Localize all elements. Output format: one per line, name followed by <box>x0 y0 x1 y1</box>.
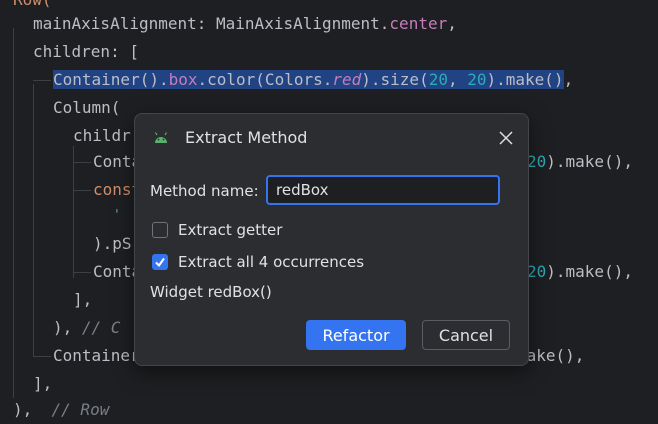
code-token: childr <box>73 126 131 145</box>
method-name-input[interactable] <box>266 175 500 205</box>
code-token: ), <box>13 400 33 419</box>
code-line: ' <box>113 202 121 230</box>
checkmark-icon <box>155 257 165 268</box>
code-token: ), <box>53 318 73 337</box>
code-line: Container <box>53 342 140 370</box>
code-line: ), // C <box>53 314 120 342</box>
code-token: , <box>563 70 574 89</box>
indent-guide <box>13 28 14 398</box>
code-token: , <box>447 70 468 89</box>
indent-guide <box>33 84 34 356</box>
code-token: ], <box>73 290 93 309</box>
code-line: 20).make(), <box>527 148 633 176</box>
code-token: 20 <box>527 262 547 281</box>
code-line: childr <box>73 122 131 150</box>
code-token: ).pS <box>93 234 132 253</box>
refactor-button[interactable]: Refactor <box>306 320 406 350</box>
code-token: Container(). <box>53 70 169 89</box>
indent-guide <box>33 80 51 81</box>
code-line: ), // Row <box>13 396 109 424</box>
close-icon <box>499 131 513 145</box>
code-token: ).make() <box>486 70 564 89</box>
indent-guide <box>73 190 91 191</box>
code-token: 20 <box>467 70 487 89</box>
code-token: children: [ <box>33 42 139 61</box>
code-token: , <box>447 14 457 33</box>
extract-getter-option[interactable]: Extract getter <box>152 221 282 239</box>
method-name-label: Method name: <box>150 182 259 200</box>
cancel-button[interactable]: Cancel <box>422 320 510 350</box>
code-token: Container <box>53 346 140 365</box>
code-token: ], <box>33 374 53 393</box>
code-token: red <box>332 70 362 89</box>
code-token: 20 <box>428 70 448 89</box>
code-line: children: [ <box>33 38 139 66</box>
code-token: ' <box>113 208 121 223</box>
android-icon <box>154 132 168 143</box>
indent-guide <box>73 272 91 273</box>
code-line: ], <box>73 286 92 314</box>
extract-all-option[interactable]: Extract all 4 occurrences <box>152 253 364 271</box>
indent-guide <box>73 146 74 278</box>
code-line: mainAxisAlignment: MainAxisAlignment.cen… <box>33 10 457 38</box>
code-comment: // Row <box>51 400 110 419</box>
extract-method-dialog: Extract Method Method name: Extract gett… <box>134 113 529 366</box>
extract-all-checkbox[interactable] <box>152 254 168 270</box>
code-token: ).make(), <box>546 262 633 281</box>
indent-guide <box>73 162 91 163</box>
extract-all-label: Extract all 4 occurrences <box>178 253 365 271</box>
code-token: Column( <box>53 98 121 117</box>
code-token: ).size( <box>361 70 429 89</box>
code-token: 20 <box>527 152 547 171</box>
code-line: ], <box>33 370 52 398</box>
extract-getter-label: Extract getter <box>178 221 283 239</box>
code-line: ).pS <box>93 230 132 258</box>
code-token: ).make(), <box>546 152 633 171</box>
dialog-title: Extract Method <box>185 128 308 147</box>
code-token: mainAxisAlignment: MainAxisAlignment. <box>33 14 390 33</box>
code-token: .color(Colors. <box>197 70 333 89</box>
code-line: Column( <box>53 94 120 122</box>
method-signature: Widget redBox() <box>150 283 272 301</box>
indent-guide <box>33 356 51 357</box>
code-line-selected: Container().box.color(Colors.red).size(2… <box>53 66 573 94</box>
code-token: Row( <box>13 0 52 9</box>
code-token: center <box>389 14 448 33</box>
code-line: 20).make(), <box>527 258 633 286</box>
code-token: box <box>168 70 198 89</box>
close-button[interactable] <box>494 126 518 150</box>
code-comment: // C <box>81 318 121 337</box>
extract-getter-checkbox[interactable] <box>152 222 168 238</box>
